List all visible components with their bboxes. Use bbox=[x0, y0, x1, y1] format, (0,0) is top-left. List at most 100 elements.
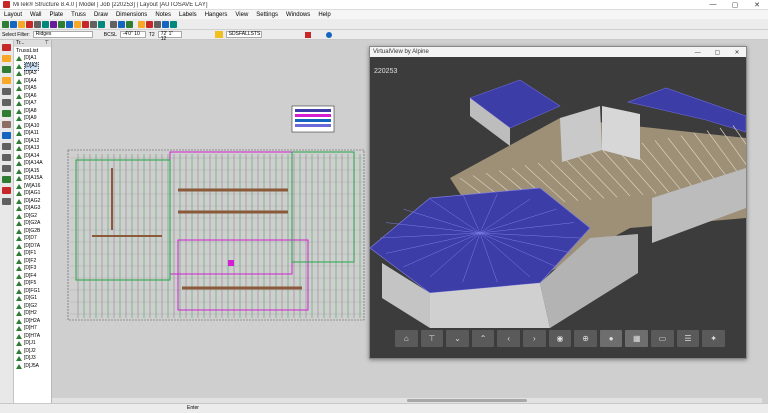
toolbar-button[interactable] bbox=[34, 20, 41, 28]
tree-item[interactable]: [D]J3 bbox=[14, 355, 51, 363]
toolbar-button[interactable] bbox=[82, 20, 89, 28]
tree-item[interactable]: [D]A15A bbox=[14, 175, 51, 183]
tree-item[interactable]: [D]G2A bbox=[14, 220, 51, 228]
toolbar-button[interactable] bbox=[74, 20, 81, 28]
info-icon[interactable] bbox=[325, 31, 332, 38]
toolbar-button[interactable] bbox=[66, 20, 73, 28]
tree-item[interactable]: [D]J1 bbox=[14, 340, 51, 348]
drawing-canvas[interactable]: VirtualView by Alpine — ▢ ✕ 220253 ⌂ ⊤ ⌄… bbox=[52, 40, 768, 403]
menu-windows[interactable]: Windows bbox=[282, 12, 314, 18]
tree-item[interactable]: [D]A12 bbox=[14, 138, 51, 146]
toolbar-button[interactable] bbox=[170, 20, 177, 28]
rail-tool-icon[interactable] bbox=[2, 154, 11, 161]
tree-item[interactable]: [D]AG2 bbox=[14, 198, 51, 206]
toolbar-button[interactable] bbox=[154, 20, 161, 28]
rail-tool-icon[interactable] bbox=[2, 99, 11, 106]
toolbar-button[interactable] bbox=[146, 20, 153, 28]
pitch-field[interactable]: 72' 1" 12 bbox=[157, 31, 182, 42]
tree-item[interactable]: [D]A4 bbox=[14, 78, 51, 86]
tree-item[interactable]: [D]F2 bbox=[14, 258, 51, 266]
tree-item[interactable]: [D]J5A bbox=[14, 363, 51, 371]
person-icon[interactable]: ● bbox=[599, 330, 623, 347]
tree-item[interactable]: [D]A14A bbox=[14, 160, 51, 168]
select-filter-dropdown[interactable]: Ridges bbox=[32, 31, 93, 38]
menu-truss[interactable]: Truss bbox=[67, 12, 90, 18]
rail-tool-icon[interactable] bbox=[2, 121, 11, 128]
chevron-down-icon[interactable]: ⌄ bbox=[446, 330, 469, 347]
tree-item[interactable]: [D]F4 bbox=[14, 273, 51, 281]
rail-tool-icon[interactable] bbox=[2, 66, 11, 73]
top-view-icon[interactable]: ⊤ bbox=[420, 330, 444, 347]
toolbar-button[interactable] bbox=[118, 20, 125, 28]
tree-item[interactable]: [D]A10 bbox=[14, 123, 51, 131]
menu-view[interactable]: View bbox=[231, 12, 252, 18]
menu-help[interactable]: Help bbox=[314, 12, 334, 18]
toolbar-button[interactable] bbox=[42, 20, 49, 28]
rail-tool-icon[interactable] bbox=[2, 77, 11, 84]
menu-notes[interactable]: Notes bbox=[151, 12, 175, 18]
menu-settings[interactable]: Settings bbox=[252, 12, 282, 18]
tree-item[interactable]: [D]J2 bbox=[14, 348, 51, 356]
toolbar-button[interactable] bbox=[26, 20, 33, 28]
tree-item[interactable]: [D]A2 bbox=[14, 61, 51, 71]
zoom-icon[interactable]: ⊕ bbox=[574, 330, 597, 347]
vv-minimize-button[interactable]: — bbox=[689, 50, 707, 56]
stop-icon[interactable] bbox=[304, 31, 311, 38]
toolbar-button[interactable] bbox=[98, 20, 105, 28]
coord-field[interactable]: -4'0" 10 bbox=[119, 31, 146, 38]
3d-model-view[interactable] bbox=[370, 58, 746, 328]
menu-hangers[interactable]: Hangers bbox=[201, 12, 232, 18]
toolbar-button[interactable] bbox=[58, 20, 65, 28]
rail-tool-icon[interactable] bbox=[2, 110, 11, 117]
tree-item[interactable]: [D]H2 bbox=[14, 310, 51, 318]
plate-icon[interactable]: ▭ bbox=[651, 330, 674, 347]
tree-item[interactable]: [D]AG1 bbox=[14, 190, 51, 198]
tree-item[interactable]: [W]A16 bbox=[14, 183, 51, 191]
tree-item[interactable]: [D]F5 bbox=[14, 280, 51, 288]
scroll-thumb[interactable] bbox=[407, 399, 527, 402]
menu-dimensions[interactable]: Dimensions bbox=[112, 12, 151, 18]
tree-item[interactable]: [D]A15 bbox=[14, 168, 51, 176]
tree-item[interactable]: [D]FG1 bbox=[14, 288, 51, 296]
rail-tool-icon[interactable] bbox=[2, 88, 11, 95]
rail-tool-icon[interactable] bbox=[2, 55, 11, 62]
toolbar-button[interactable] bbox=[162, 20, 169, 28]
rail-tool-icon[interactable] bbox=[2, 165, 11, 172]
layer-dropdown[interactable]: SDSFALLSTS bbox=[225, 31, 262, 38]
chevron-left-icon[interactable]: ‹ bbox=[497, 330, 521, 347]
eye-icon[interactable]: ◉ bbox=[548, 330, 572, 347]
rail-tool-icon[interactable] bbox=[2, 143, 11, 150]
tree-item[interactable]: [D]D7 bbox=[14, 235, 51, 243]
tree-item[interactable]: [D]G1 bbox=[14, 295, 51, 303]
bulb-icon[interactable] bbox=[214, 31, 223, 38]
tree-item[interactable]: [D]A14 bbox=[14, 153, 51, 161]
tree-item[interactable]: [D]H2A bbox=[14, 318, 51, 326]
tree-item[interactable]: [D]A3 bbox=[14, 70, 51, 78]
menu-labels[interactable]: Labels bbox=[175, 12, 201, 18]
vv-maximize-button[interactable]: ▢ bbox=[708, 49, 726, 56]
menu-plate[interactable]: Plate bbox=[45, 12, 67, 18]
tree-item[interactable]: [D]A11 bbox=[14, 130, 51, 138]
menu-layout[interactable]: Layout bbox=[0, 12, 26, 18]
stack-icon[interactable]: ☰ bbox=[676, 330, 700, 347]
rail-tool-icon[interactable] bbox=[2, 132, 11, 139]
tree-item[interactable]: [D]A7 bbox=[14, 100, 51, 108]
tree-item[interactable]: [D]G2 bbox=[14, 303, 51, 311]
toolbar-button[interactable] bbox=[90, 20, 97, 28]
tree-item[interactable]: [D]AG3 bbox=[14, 205, 51, 213]
rail-tool-icon[interactable] bbox=[2, 187, 11, 194]
tree-item[interactable]: [D]D7A bbox=[14, 243, 51, 251]
close-button[interactable]: ✕ bbox=[746, 1, 768, 9]
walk-icon[interactable]: ✦ bbox=[702, 330, 725, 347]
frame-icon[interactable]: ▦ bbox=[625, 330, 649, 347]
chevron-up-icon[interactable]: ⌃ bbox=[471, 330, 495, 347]
toolbar-button[interactable] bbox=[10, 20, 17, 28]
tree-root[interactable]: TrussList bbox=[14, 47, 51, 55]
chevron-right-icon[interactable]: › bbox=[523, 330, 546, 347]
toolbar-button[interactable] bbox=[18, 20, 25, 28]
toolbar-button[interactable] bbox=[126, 20, 133, 28]
tree-item[interactable]: [D]A9 bbox=[14, 115, 51, 123]
tree-item[interactable]: [D]F3 bbox=[14, 265, 51, 273]
menu-wall[interactable]: Wall bbox=[26, 12, 45, 18]
tree-item[interactable]: [D]G2 bbox=[14, 213, 51, 221]
